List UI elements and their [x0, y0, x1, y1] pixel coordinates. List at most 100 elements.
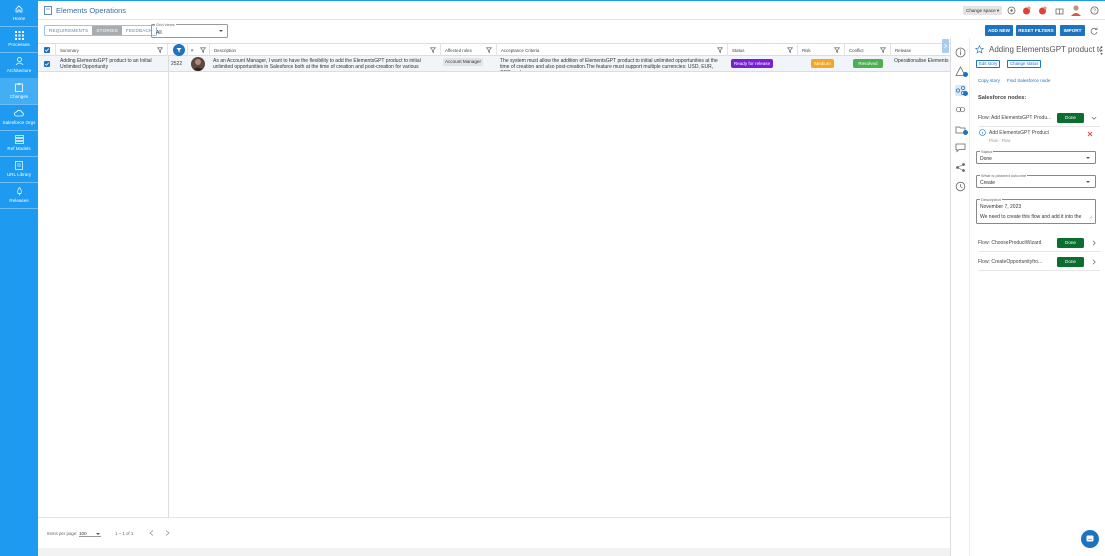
filter-icon[interactable] — [429, 47, 437, 53]
nav-salesforce-orgs[interactable]: Salesforce Orgs — [0, 104, 38, 130]
description-textarea[interactable]: Description November 7, 2023 We need to … — [976, 197, 1096, 224]
folder-badge — [963, 130, 968, 135]
reset-filters-button[interactable]: RESET FILTERS — [1016, 25, 1056, 36]
grid-views-select[interactable]: Grid views All — [151, 22, 228, 38]
filter-icon[interactable] — [833, 47, 841, 53]
column-summary[interactable]: Summary — [56, 44, 168, 56]
row-acceptance-criteria: The system must allow the addition of El… — [500, 58, 718, 71]
notification-icon[interactable] — [1022, 6, 1031, 15]
column-risk-label: Risk — [802, 48, 811, 53]
avatar — [191, 57, 205, 71]
row-checkbox[interactable] — [44, 61, 50, 67]
top-bar: Elements Operations Change space ▾ ? — [38, 0, 1105, 20]
chevron-right-icon[interactable] — [1091, 259, 1097, 265]
nav-url-library[interactable]: URL Library — [0, 156, 38, 182]
filter-icon[interactable] — [485, 47, 493, 53]
description-line-2: We need to create this flow and add it i… — [980, 214, 1082, 220]
status-select[interactable]: Status Done — [976, 149, 1096, 164]
prev-page-icon[interactable] — [149, 530, 154, 538]
close-icon[interactable] — [1087, 131, 1093, 139]
change-space-label: Change space — [966, 8, 996, 13]
chevron-down-icon[interactable] — [1091, 115, 1097, 121]
flow-name: Flow: ChooseProductWizard — [978, 240, 1042, 246]
column-affected-roles[interactable]: Affected roles — [441, 44, 497, 56]
pagination-range: 1 – 1 of 1 — [115, 531, 134, 536]
gift-icon[interactable] — [1055, 6, 1064, 15]
change-status-button[interactable]: Change status — [1007, 60, 1042, 68]
salesforce-nodes-heading: Salesforce nodes: — [978, 95, 1027, 101]
nav-ref-models-label: Ref Models — [7, 146, 31, 151]
active-filter-icon[interactable] — [173, 44, 185, 56]
column-id[interactable]: # — [188, 44, 210, 56]
filter-icon[interactable] — [716, 47, 724, 53]
column-affected-roles-label: Affected roles — [445, 48, 472, 53]
flow-item[interactable]: Flow: ChooseProductWizard Done — [978, 234, 1100, 252]
settings-icon[interactable] — [1007, 6, 1016, 15]
filter-icon[interactable] — [786, 47, 794, 53]
nav-home[interactable]: Home — [0, 0, 38, 26]
flow-item[interactable]: Flow: CreateOpportunityfro... Done — [978, 253, 1100, 271]
flow-item[interactable]: Flow: Add ElementsGPT Produ... Done — [978, 109, 1100, 127]
column-status[interactable]: Status — [728, 44, 798, 56]
add-new-button[interactable]: ADD NEW — [985, 25, 1013, 36]
column-divider — [168, 56, 169, 517]
link-icon[interactable] — [955, 104, 966, 115]
filter-icon[interactable] — [879, 47, 887, 53]
column-risk[interactable]: Risk — [798, 44, 845, 56]
nav-changes-label: Changes — [9, 94, 29, 99]
resize-handle-icon[interactable] — [1089, 215, 1093, 221]
sub-node-type: Flow - Flow — [989, 138, 1011, 143]
column-acceptance-criteria[interactable]: Acceptance Criteria — [497, 44, 728, 56]
avatar[interactable] — [1070, 4, 1082, 16]
nav-releases[interactable]: Releases — [0, 182, 38, 208]
tab-stories[interactable]: STORIES — [92, 26, 122, 35]
refresh-icon[interactable] — [1090, 27, 1099, 36]
history-icon[interactable] — [955, 181, 966, 192]
status-badge: Ready for release — [731, 59, 773, 68]
nodes-badge — [963, 91, 968, 96]
nav-ref-models[interactable]: Ref Models — [0, 130, 38, 156]
operations-app-icon — [44, 6, 52, 15]
architecture-icon — [14, 56, 24, 66]
chat-launcher-button[interactable] — [1081, 530, 1099, 548]
planned-outcome-select[interactable]: What is planned outcome Create — [976, 173, 1096, 188]
comment-icon[interactable] — [955, 142, 966, 153]
more-options-icon[interactable] — [1100, 46, 1103, 57]
panel-icon-rail — [951, 38, 970, 556]
select-all-checkbox[interactable] — [44, 47, 50, 53]
nav-processes[interactable]: Processes — [0, 26, 38, 52]
column-description-label: Description — [214, 48, 236, 53]
find-salesforce-node-link[interactable]: Find Salesforce node — [1007, 78, 1050, 83]
chevron-down-icon — [219, 30, 223, 32]
import-button[interactable]: IMPORT — [1060, 25, 1085, 36]
planned-outcome-label: What is planned outcome — [980, 173, 1028, 178]
next-page-icon[interactable] — [165, 530, 170, 538]
chevron-down-icon — [1086, 157, 1090, 159]
nav-architecture[interactable]: Architecture — [0, 52, 38, 78]
story-detail-panel: Adding ElementsGPT product to... Edit st… — [950, 38, 1105, 556]
nav-changes[interactable]: Changes — [0, 78, 38, 104]
copy-story-link[interactable]: Copy story — [978, 78, 1000, 83]
bottom-strip — [38, 548, 950, 556]
filter-icon[interactable] — [199, 47, 207, 53]
share-icon[interactable] — [955, 162, 966, 173]
alert-icon[interactable] — [1038, 6, 1047, 15]
nav-architecture-label: Architecture — [6, 68, 32, 73]
collapse-panel-button[interactable] — [942, 39, 949, 53]
edit-story-button[interactable]: Edit story — [976, 60, 1001, 68]
rocket-icon — [14, 186, 24, 196]
help-icon[interactable]: ? — [1090, 6, 1099, 15]
star-icon[interactable] — [974, 44, 985, 56]
column-conflict[interactable]: Conflict — [845, 44, 891, 56]
flow-name: Flow: CreateOpportunityfro... — [978, 259, 1043, 265]
tab-requirements[interactable]: REQUIREMENTS — [45, 26, 92, 35]
nav-releases-label: Releases — [9, 198, 29, 203]
change-space-dropdown[interactable]: Change space ▾ — [963, 6, 1003, 15]
info-icon[interactable] — [955, 47, 966, 58]
column-id-filter[interactable] — [168, 44, 188, 56]
column-description[interactable]: Description — [210, 44, 441, 56]
chevron-right-icon[interactable] — [1091, 240, 1097, 246]
items-per-page-select[interactable]: 100 — [79, 529, 101, 537]
table-row[interactable]: Adding ElementsGPT product to an Initial… — [38, 56, 950, 72]
filter-icon[interactable] — [156, 47, 164, 53]
